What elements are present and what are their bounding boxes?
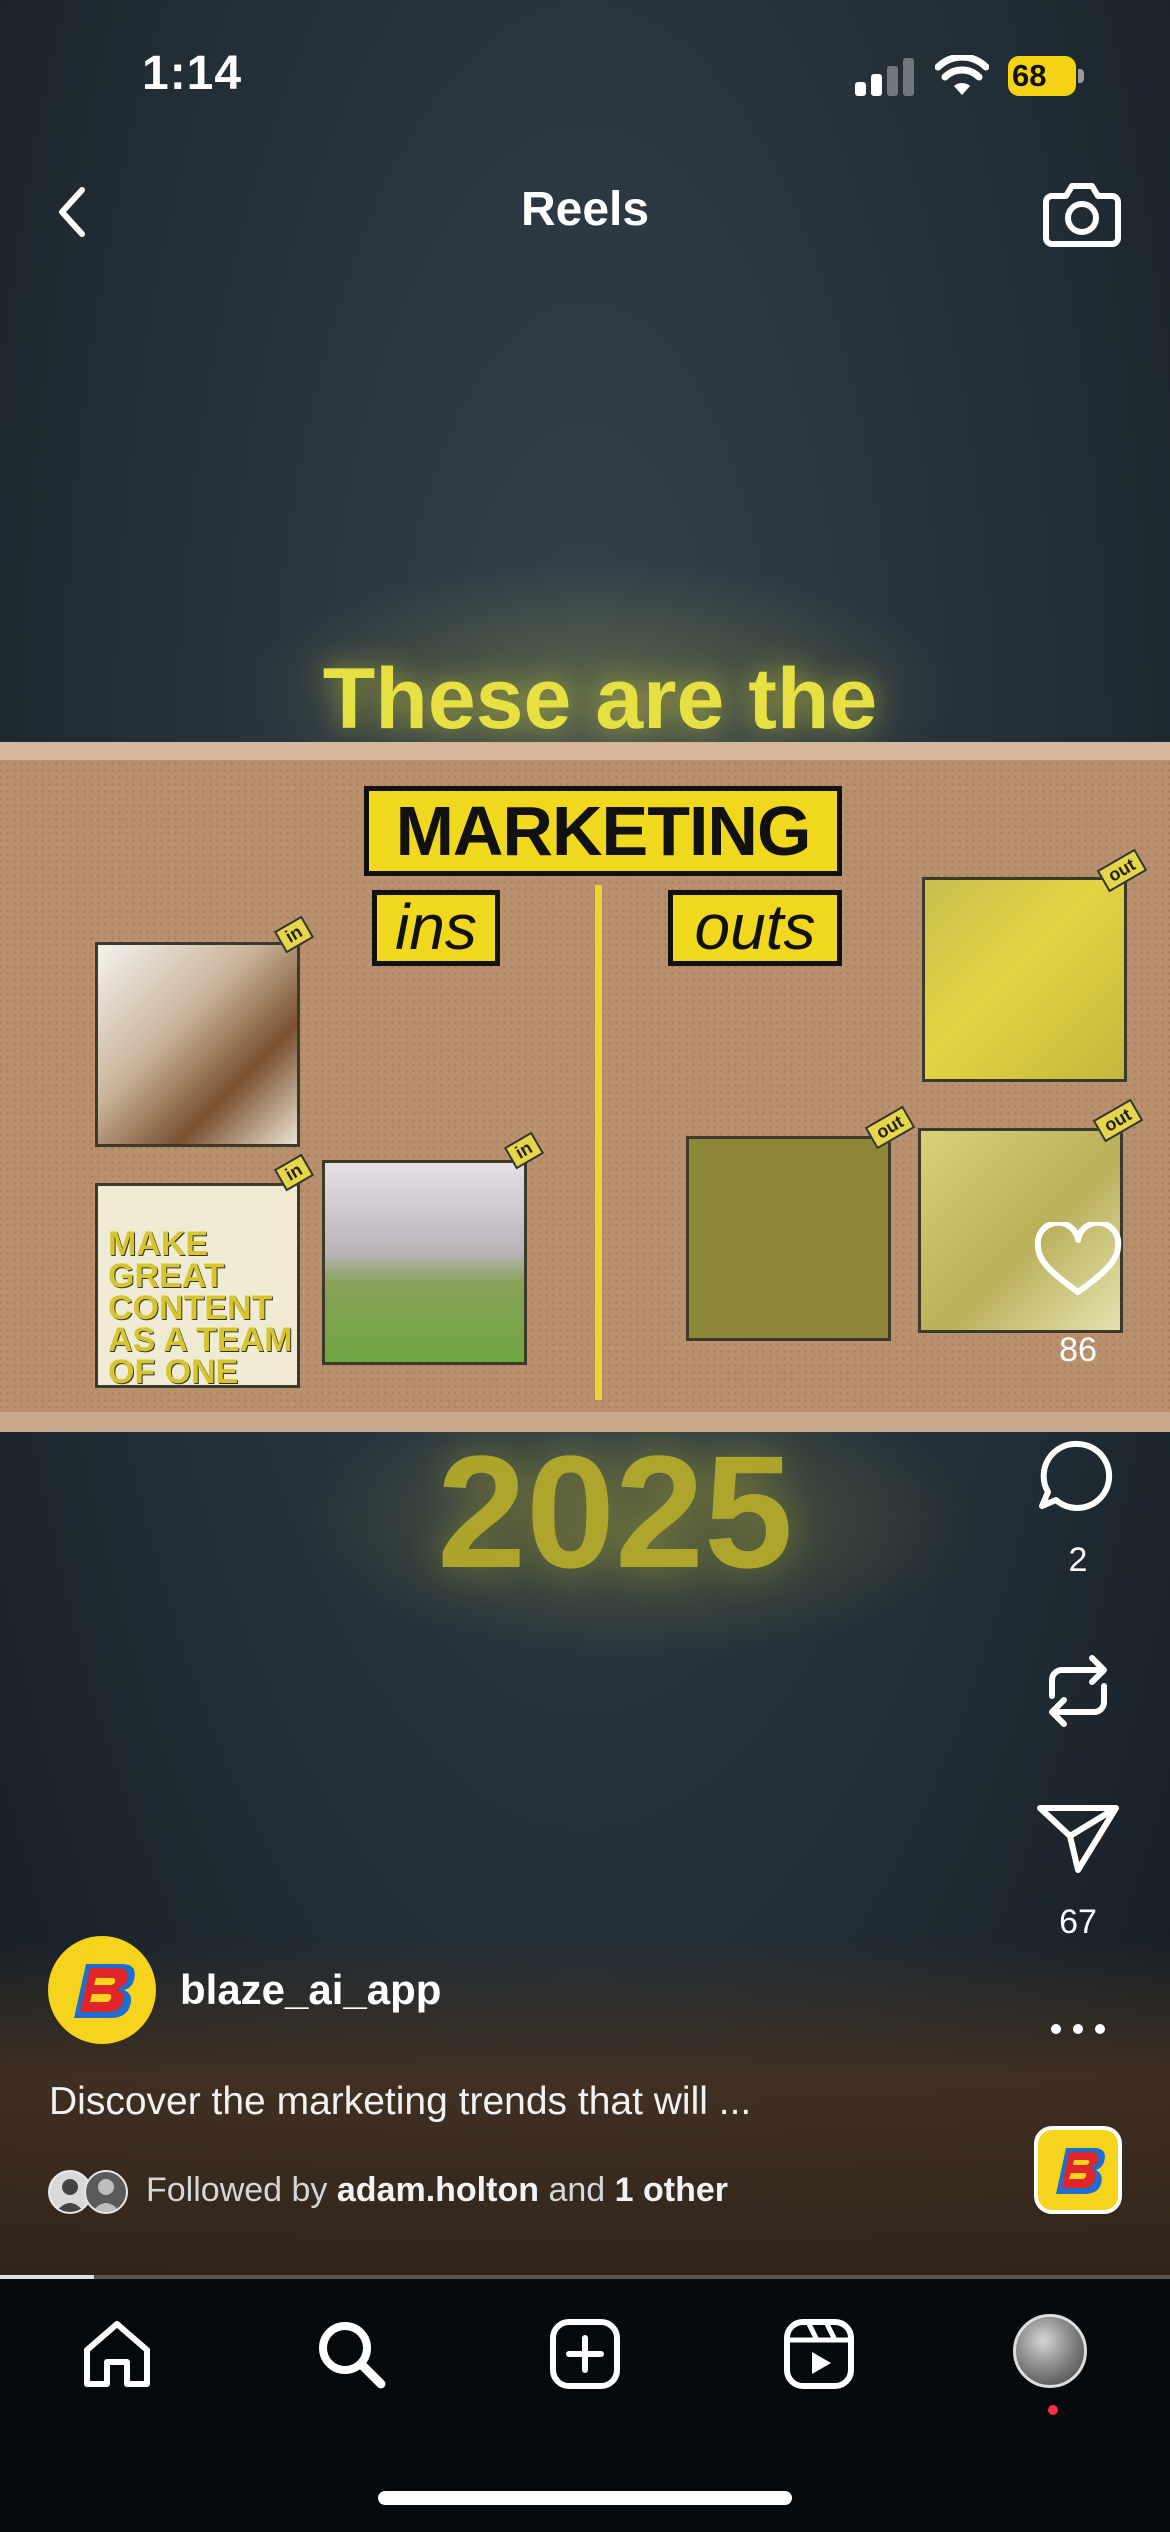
search-icon[interactable] <box>311 2314 391 2394</box>
comment-count: 2 <box>1068 1541 1088 1579</box>
pinned-photo <box>322 1160 527 1365</box>
wifi-icon <box>935 55 989 95</box>
more-options-icon[interactable] <box>1040 2014 1116 2044</box>
battery-icon: 68 <box>1008 56 1086 98</box>
profile-avatar-tab[interactable] <box>1013 2314 1087 2388</box>
reels-screen: These are the MARKETING ins outs in MAKE… <box>0 0 1170 2532</box>
author-avatar[interactable] <box>48 1936 156 2044</box>
create-post-icon[interactable] <box>545 2314 625 2394</box>
pinned-photo <box>95 942 300 1147</box>
reels-icon[interactable] <box>779 2314 859 2394</box>
cellular-signal-icon <box>855 58 915 96</box>
pinned-photo <box>686 1136 891 1341</box>
status-bar: 1:14 68 <box>0 0 1170 150</box>
audio-track-button[interactable] <box>1034 2126 1122 2214</box>
like-count: 86 <box>1059 1331 1097 1369</box>
followed-user: adam.holton <box>336 2171 539 2209</box>
outs-label: outs <box>668 890 842 966</box>
poster-text: MAKE GREAT CONTENT AS A TEAM OF ONE <box>108 1225 293 1391</box>
followed-other: 1 other <box>614 2171 728 2209</box>
video-headline-year: 2025 <box>437 1422 793 1601</box>
pinned-photo <box>922 877 1127 1082</box>
followed-prefix: Followed by <box>146 2171 328 2209</box>
follower-avatar <box>84 2170 128 2214</box>
home-icon[interactable] <box>77 2314 157 2394</box>
post-caption[interactable]: Discover the marketing trends that will … <box>49 2080 751 2124</box>
like-heart-icon[interactable] <box>1030 1222 1126 1298</box>
home-indicator <box>378 2491 792 2505</box>
remix-icon[interactable] <box>1030 1646 1126 1736</box>
blaze-logo-icon <box>74 1964 135 2018</box>
camera-icon[interactable] <box>1042 176 1122 248</box>
video-headline-top: These are the <box>322 651 878 747</box>
ins-label: ins <box>372 890 500 966</box>
marketing-label: MARKETING <box>364 786 842 876</box>
blaze-logo-icon <box>1056 2148 1105 2194</box>
notification-dot <box>1048 2405 1058 2415</box>
board-divider <box>595 885 602 1400</box>
page-title: Reels <box>520 183 650 236</box>
followed-and: and <box>548 2171 606 2209</box>
status-time: 1:14 <box>142 47 243 100</box>
comment-icon[interactable] <box>1030 1438 1126 1514</box>
share-send-icon[interactable] <box>1030 1800 1126 1876</box>
battery-level: 68 <box>1008 56 1076 96</box>
share-count: 67 <box>1059 1903 1097 1941</box>
followed-by-text[interactable]: Followed by adam.holton and 1 other <box>146 2171 728 2210</box>
author-username[interactable]: blaze_ai_app <box>180 1966 441 2014</box>
